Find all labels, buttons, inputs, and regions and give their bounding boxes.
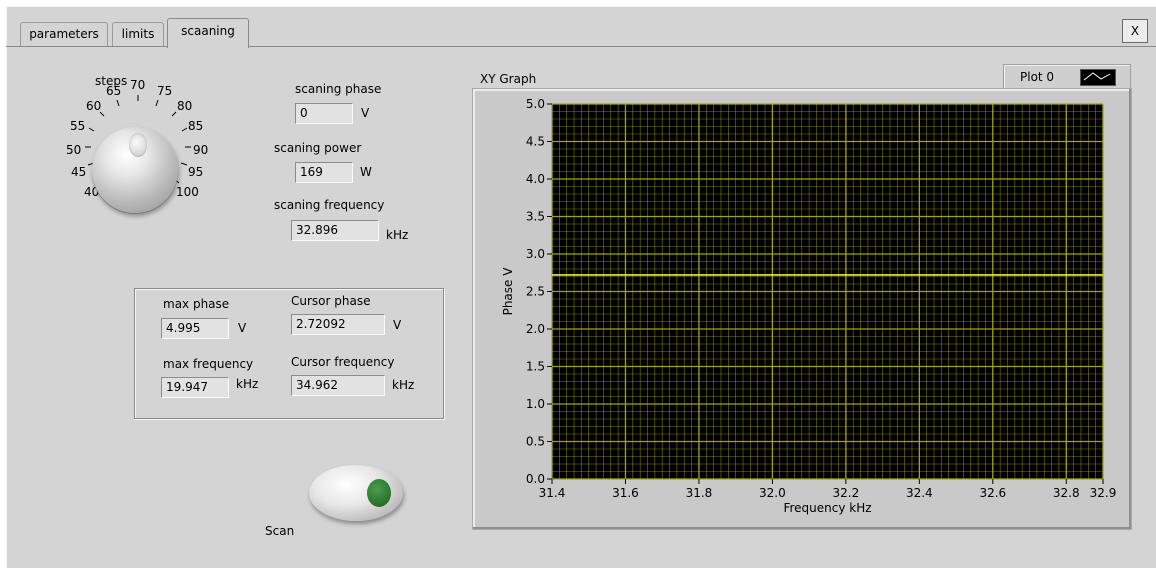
scaning-frequency-unit: kHz (386, 228, 409, 242)
cursor-phase-field[interactable]: 2.72092 (291, 314, 385, 335)
max-frequency-label: max frequency (163, 357, 254, 371)
tab-scaaning[interactable]: scaaning (167, 18, 249, 48)
cursor-frequency-field[interactable]: 34.962 (291, 375, 385, 396)
x-tick-label: 32.2 (833, 486, 860, 500)
x-tick-label: 31.6 (612, 486, 639, 500)
xy-graph[interactable]: 31.4 31.6 31.8 32.0 32.2 32.4 32.6 32.8 32.9 0.0 0… (472, 88, 1132, 530)
y-tick-label: 1.0 (526, 397, 545, 411)
line-style-icon (1080, 69, 1116, 86)
x-tick-label: 32.0 (759, 486, 786, 500)
scaning-phase-unit: V (361, 106, 370, 120)
y-tick-label: 4.0 (526, 172, 545, 186)
max-phase-field[interactable]: 4.995 (161, 318, 229, 339)
cursor-frequency-unit: kHz (392, 378, 415, 392)
y-tick-label: 2.0 (526, 322, 545, 336)
tab-limits[interactable]: limits (112, 22, 164, 46)
tab-parameters[interactable]: parameters (20, 22, 108, 46)
active-tab-joint (168, 45, 248, 48)
cursor-phase-unit: V (393, 318, 402, 332)
x-axis-label: Frequency kHz (783, 501, 871, 515)
scaning-frequency-label: scaning frequency (274, 198, 385, 212)
knob-indicator (129, 133, 147, 157)
y-tick-label: 0.5 (526, 435, 545, 449)
x-tick-label: 32.9 (1090, 486, 1117, 500)
scan-button[interactable] (309, 465, 405, 523)
y-tick-label: 3.5 (526, 210, 545, 224)
scan-led-icon (367, 479, 391, 507)
scaning-phase-label: scaning phase (295, 82, 382, 96)
y-tick-label: 0.0 (526, 472, 545, 486)
x-tick-label: 31.8 (686, 486, 713, 500)
x-tick-label: 32.4 (906, 486, 933, 500)
close-button[interactable]: X (1122, 19, 1148, 43)
scaning-frequency-field[interactable]: 32.896 (291, 220, 379, 241)
cursor-phase-label: Cursor phase (291, 294, 371, 308)
y-tick-label: 5.0 (526, 97, 545, 111)
max-phase-unit: V (238, 321, 247, 335)
scaning-power-unit: W (360, 165, 372, 179)
x-tick-label: 32.6 (979, 486, 1006, 500)
legend-label: Plot 0 (1020, 70, 1055, 84)
y-tick-label: 3.0 (526, 247, 545, 261)
plot-legend[interactable]: Plot 0 (1003, 64, 1131, 89)
scaning-power-label: scaning power (274, 141, 362, 155)
y-tick-label: 2.5 (526, 285, 545, 299)
cursor-frequency-label: Cursor frequency (291, 355, 395, 369)
scan-label: Scan (265, 524, 295, 538)
scaning-power-field[interactable]: 169 (295, 162, 353, 183)
max-frequency-unit: kHz (236, 377, 259, 391)
max-phase-label: max phase (163, 297, 230, 311)
graph-title: XY Graph (480, 72, 537, 86)
scaning-phase-field[interactable]: 0 (295, 103, 353, 124)
max-frequency-field[interactable]: 19.947 (161, 377, 229, 398)
y-axis-label: Phase V (501, 267, 515, 316)
y-tick-label: 4.5 (526, 135, 545, 149)
x-tick-label: 32.8 (1053, 486, 1080, 500)
y-tick-label: 1.5 (526, 360, 545, 374)
x-tick-label: 31.4 (539, 486, 566, 500)
